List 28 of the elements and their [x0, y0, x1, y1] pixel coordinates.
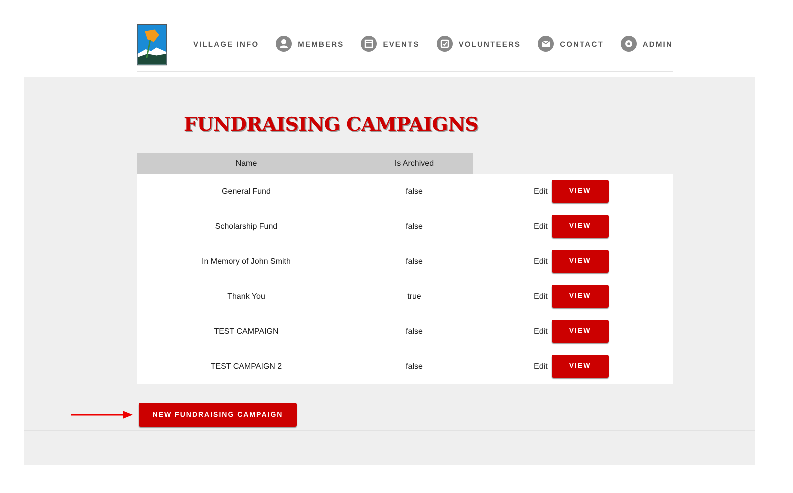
column-header: Name — [137, 153, 356, 174]
edit-link[interactable]: Edit — [534, 257, 548, 266]
column-header: Is Archived — [356, 153, 473, 174]
table-cell: General Fund — [222, 187, 271, 196]
table-cell: true — [408, 292, 422, 301]
table-cell: TEST CAMPAIGN 2 — [210, 362, 282, 371]
table-cell: Thank You — [228, 292, 266, 301]
table-cell: false — [406, 257, 423, 266]
settings-icon — [620, 36, 637, 52]
envelope-icon — [538, 36, 554, 52]
table-cell: TEST CAMPAIGN — [214, 327, 279, 336]
edit-link[interactable]: Edit — [534, 327, 548, 336]
table-cell: false — [406, 187, 423, 196]
person-icon — [276, 36, 292, 52]
checkbox-icon — [436, 36, 453, 52]
edit-link[interactable]: Edit — [534, 222, 548, 231]
logo[interactable] — [137, 22, 168, 68]
table-cell: false — [406, 327, 423, 336]
table-cell: Scholarship Fund — [215, 222, 278, 231]
page-title: FUNDRAISING CAMPAIGNS — [184, 114, 479, 137]
table-cell: In Memory of John Smith — [202, 257, 291, 266]
edit-link[interactable]: Edit — [534, 292, 548, 301]
edit-link[interactable]: Edit — [534, 362, 548, 371]
arrow-icon — [71, 411, 133, 419]
edit-link[interactable]: Edit — [534, 187, 548, 196]
table-cell: false — [406, 222, 423, 231]
calendar-icon — [361, 36, 378, 52]
table-cell: false — [406, 362, 423, 371]
